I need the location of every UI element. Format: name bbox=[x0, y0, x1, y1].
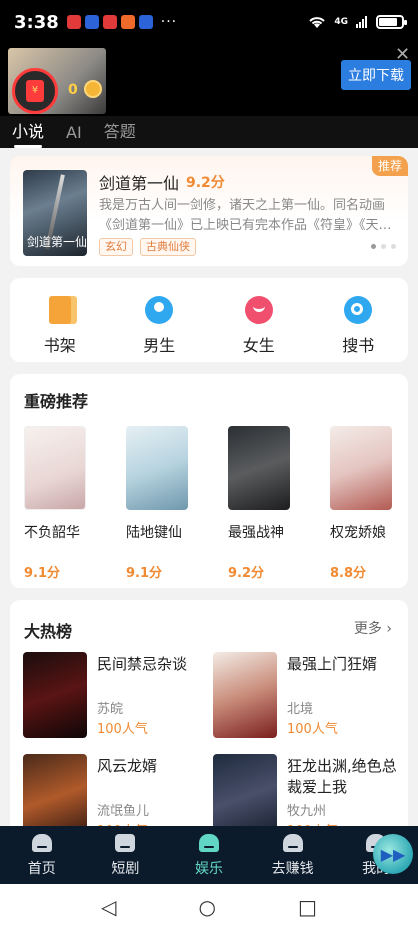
book-title: 狂龙出渊,绝色总裁爱上我 bbox=[287, 757, 397, 796]
female-user-icon bbox=[244, 296, 273, 324]
more-link[interactable]: 更多 › bbox=[354, 618, 392, 638]
male-user-icon bbox=[145, 296, 174, 324]
book-cover[interactable] bbox=[23, 652, 87, 738]
tab-quiz[interactable]: 答题 bbox=[104, 118, 136, 148]
quick-nav: 书架 男生 女生 搜书 bbox=[10, 278, 408, 362]
home-icon bbox=[31, 834, 52, 852]
floating-play-icon[interactable]: ▶▶ bbox=[373, 834, 413, 874]
nav-label: 首页 bbox=[27, 861, 56, 877]
chevron-right-icon: › bbox=[386, 621, 392, 637]
bottom-nav: 首页 短剧 娱乐 去赚钱 我的 bbox=[0, 826, 418, 884]
book-score: 9.1分 bbox=[126, 566, 163, 581]
book-popularity: 100人气 bbox=[287, 722, 338, 737]
book-item[interactable]: 不负韶华 9.1分 bbox=[24, 426, 100, 581]
notification-icon bbox=[66, 15, 81, 29]
home-circle-icon[interactable]: ○ bbox=[199, 895, 216, 919]
cover-title: 剑道第一仙 bbox=[27, 235, 87, 249]
network-label: 4G bbox=[334, 17, 348, 27]
book-item[interactable]: 权宠娇娘 8.8分 bbox=[330, 426, 406, 581]
notification-icon bbox=[120, 15, 135, 29]
signal-icon bbox=[356, 16, 367, 28]
book-title: 陆地键仙 bbox=[126, 525, 182, 541]
quick-nav-label: 书架 bbox=[43, 336, 76, 355]
book-cover[interactable] bbox=[213, 652, 277, 738]
earn-icon bbox=[282, 834, 303, 852]
book-title: 民间禁忌杂谈 bbox=[97, 655, 188, 673]
book-cover[interactable]: 剑道第一仙 bbox=[23, 170, 87, 256]
book-cover[interactable] bbox=[24, 426, 86, 510]
wifi-icon bbox=[309, 17, 326, 28]
quick-nav-label: 男生 bbox=[143, 336, 176, 355]
nav-home[interactable]: 首页 bbox=[0, 826, 84, 884]
close-icon[interactable]: ✕ bbox=[395, 44, 410, 65]
notification-icon bbox=[84, 15, 99, 29]
tab-ai[interactable]: AI bbox=[66, 123, 82, 148]
hot-list-section: 大热榜 更多 › 民间禁忌杂谈 苏皖 100人气 最强上门狂婿 北境 100人气… bbox=[10, 600, 408, 840]
bookshelf-icon bbox=[48, 296, 71, 324]
book-item[interactable]: 陆地键仙 9.1分 bbox=[126, 426, 202, 581]
quick-nav-label: 女生 bbox=[242, 336, 275, 355]
book-score: 9.2分 bbox=[186, 175, 225, 191]
featured-book-card[interactable]: 剑道第一仙 剑道第一仙 9.2分 我是万古人间一剑修，诸天之上第一仙。同名动画《… bbox=[10, 156, 408, 266]
book-item[interactable]: 最强战神 9.2分 bbox=[228, 426, 304, 581]
book-author: 苏皖 bbox=[97, 702, 124, 717]
book-title: 最强战神 bbox=[228, 525, 284, 541]
back-icon[interactable]: ◁ bbox=[101, 895, 116, 919]
system-nav-bar: ◁ ○ □ bbox=[0, 884, 418, 929]
book-description: 我是万古人间一剑修，诸天之上第一仙。同名动画《剑道第一仙》已上映已有完本作品《符… bbox=[99, 198, 392, 233]
nav-earn[interactable]: 去赚钱 bbox=[251, 826, 335, 884]
coin-icon bbox=[84, 80, 102, 98]
nav-short-drama[interactable]: 短剧 bbox=[84, 826, 168, 884]
book-author: 牧九州 bbox=[287, 804, 327, 819]
book-title: 最强上门狂婿 bbox=[287, 655, 378, 673]
status-time: 3:38 bbox=[14, 11, 59, 33]
book-title: 风云龙婿 bbox=[97, 757, 158, 775]
genre-tag[interactable]: 玄幻 bbox=[99, 238, 133, 256]
recommend-badge: 推荐 bbox=[372, 156, 408, 176]
recents-icon[interactable]: □ bbox=[298, 895, 317, 919]
book-cover[interactable] bbox=[228, 426, 290, 510]
red-envelope-icon[interactable]: ¥ bbox=[12, 68, 58, 114]
more-label: 更多 bbox=[353, 621, 382, 637]
book-cover[interactable] bbox=[330, 426, 392, 510]
book-popularity: 100人气 bbox=[97, 722, 148, 737]
quick-nav-label: 搜书 bbox=[342, 336, 375, 355]
book-author: 流氓鱼儿 bbox=[97, 804, 150, 819]
book-author: 北境 bbox=[287, 702, 314, 717]
recommend-section: 重磅推荐 不负韶华 9.1分 陆地键仙 9.1分 最强战神 9.2分 权宠娇娘 … bbox=[10, 374, 408, 588]
quick-nav-search[interactable]: 搜书 bbox=[309, 278, 409, 362]
status-bar: 3:38 ··· 4G bbox=[0, 0, 418, 44]
entertainment-icon bbox=[198, 834, 219, 852]
genre-tag[interactable]: 古典仙侠 bbox=[140, 238, 196, 256]
hot-list-item[interactable]: 民间禁忌杂谈 苏皖 100人气 bbox=[23, 652, 213, 738]
quick-nav-male[interactable]: 男生 bbox=[110, 278, 210, 362]
quick-nav-bookshelf[interactable]: 书架 bbox=[10, 278, 110, 362]
battery-icon bbox=[376, 15, 407, 29]
section-title: 大热榜 bbox=[24, 622, 73, 641]
book-score: 9.2分 bbox=[228, 566, 265, 581]
book-title[interactable]: 剑道第一仙 bbox=[99, 170, 179, 194]
book-score: 9.1分 bbox=[24, 566, 61, 581]
nav-entertainment[interactable]: 娱乐 bbox=[167, 826, 251, 884]
book-title: 权宠娇娘 bbox=[330, 525, 386, 541]
book-score: 8.8分 bbox=[330, 566, 367, 581]
tab-novel[interactable]: 小说 bbox=[12, 118, 44, 148]
notification-icon bbox=[138, 15, 153, 29]
section-title: 重磅推荐 bbox=[24, 392, 89, 411]
nav-label: 短剧 bbox=[111, 861, 140, 877]
hot-list-item[interactable]: 最强上门狂婿 北境 100人气 bbox=[213, 652, 403, 738]
book-cover[interactable] bbox=[126, 426, 188, 510]
nav-label: 娱乐 bbox=[194, 861, 223, 877]
notification-icon bbox=[102, 15, 117, 29]
search-icon bbox=[344, 296, 373, 324]
top-tabs: 小说 AI 答题 bbox=[0, 116, 418, 148]
coin-count: 0 bbox=[68, 82, 78, 98]
video-icon bbox=[115, 834, 136, 852]
nav-label: 去赚钱 bbox=[271, 861, 314, 877]
more-notifications-icon: ··· bbox=[160, 14, 178, 30]
book-title: 不负韶华 bbox=[24, 525, 80, 541]
carousel-indicator bbox=[371, 244, 396, 249]
quick-nav-female[interactable]: 女生 bbox=[209, 278, 309, 362]
